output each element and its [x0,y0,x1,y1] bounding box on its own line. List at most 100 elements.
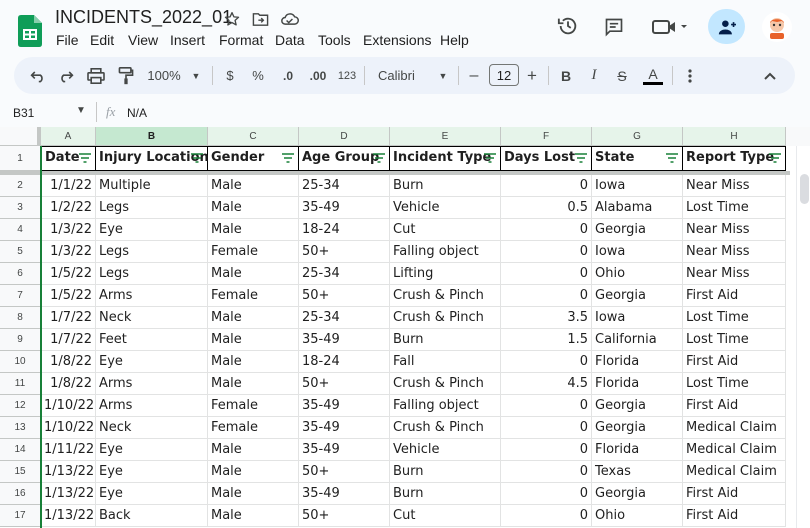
table-cell[interactable]: Alabama [592,197,683,219]
spreadsheet-grid[interactable]: A B C D E F G H 1 Date Injury Location Gender Age Gr… [0,127,810,528]
header-cell[interactable]: Incident Type [390,146,501,171]
table-cell[interactable]: 4.5 [501,373,592,395]
table-cell[interactable]: 0.5 [501,197,592,219]
table-cell[interactable]: Multiple [96,175,208,197]
table-cell[interactable]: Iowa [592,175,683,197]
avatar[interactable] [762,12,792,42]
menu-view[interactable]: View [128,32,158,48]
table-cell[interactable]: 0 [501,483,592,505]
menu-tools[interactable]: Tools [318,32,351,48]
document-title[interactable]: INCIDENTS_2022_01 [55,7,232,28]
table-cell[interactable]: Male [208,439,299,461]
table-cell[interactable]: Georgia [592,417,683,439]
table-cell[interactable]: California [592,329,683,351]
filter-icon[interactable] [769,153,781,163]
row-header-8[interactable]: 8 [0,307,41,329]
table-cell[interactable]: Male [208,219,299,241]
row-header-7[interactable]: 7 [0,285,41,307]
undo-icon[interactable] [28,57,48,94]
formula-input[interactable]: N/A [127,106,147,120]
table-cell[interactable]: Legs [96,241,208,263]
sheets-logo[interactable] [18,15,42,47]
row-header-13[interactable]: 13 [0,417,41,439]
table-cell[interactable]: 1/10/22 [41,417,96,439]
strikethrough-button[interactable]: S [614,57,630,94]
table-cell[interactable]: First Aid [683,395,786,417]
table-cell[interactable]: Male [208,175,299,197]
name-box-dropdown-icon[interactable]: ▼ [76,105,86,116]
table-cell[interactable]: 18-24 [299,351,390,373]
table-cell[interactable]: Lost Time [683,307,786,329]
share-button[interactable] [708,9,745,44]
table-cell[interactable]: 0 [501,241,592,263]
table-cell[interactable]: Medical Claim [683,439,786,461]
print-icon[interactable] [85,57,107,94]
table-cell[interactable]: 1/7/22 [41,329,96,351]
table-cell[interactable]: Georgia [592,395,683,417]
table-cell[interactable]: Legs [96,197,208,219]
table-cell[interactable]: 1/8/22 [41,373,96,395]
redo-icon[interactable] [56,57,76,94]
table-cell[interactable]: Georgia [592,219,683,241]
table-cell[interactable]: Crush & Pinch [390,285,501,307]
table-cell[interactable]: Arms [96,395,208,417]
row-header-2[interactable]: 2 [0,175,41,197]
table-cell[interactable]: 1/3/22 [41,241,96,263]
table-cell[interactable]: First Aid [683,483,786,505]
table-cell[interactable]: Female [208,285,299,307]
header-cell[interactable]: Date [41,146,96,171]
table-cell[interactable]: Falling object [390,395,501,417]
table-cell[interactable]: Male [208,483,299,505]
cloud-status-icon[interactable] [279,9,299,29]
table-cell[interactable]: 0 [501,351,592,373]
table-cell[interactable]: 3.5 [501,307,592,329]
italic-button[interactable]: I [586,57,602,94]
table-cell[interactable]: 1/7/22 [41,307,96,329]
table-cell[interactable]: Vehicle [390,439,501,461]
table-cell[interactable]: Fall [390,351,501,373]
column-header-c[interactable]: C [208,127,299,146]
table-cell[interactable]: Male [208,263,299,285]
filter-icon[interactable] [282,153,294,163]
table-cell[interactable]: 0 [501,505,592,527]
filter-icon[interactable] [575,153,587,163]
text-color-button[interactable]: A [642,57,664,94]
table-cell[interactable]: Arms [96,373,208,395]
table-cell[interactable]: Georgia [592,285,683,307]
select-all-corner[interactable] [0,127,41,146]
menu-insert[interactable]: Insert [170,32,205,48]
table-cell[interactable]: Near Miss [683,175,786,197]
table-cell[interactable]: 50+ [299,505,390,527]
table-cell[interactable]: Eye [96,351,208,373]
table-cell[interactable]: Texas [592,461,683,483]
table-cell[interactable]: 35-49 [299,483,390,505]
filter-icon[interactable] [484,153,496,163]
table-cell[interactable]: Crush & Pinch [390,417,501,439]
table-cell[interactable]: Arms [96,285,208,307]
table-cell[interactable]: Eye [96,439,208,461]
table-cell[interactable]: Near Miss [683,241,786,263]
increase-decimal-button[interactable]: .00 [306,57,330,94]
row-header-4[interactable]: 4 [0,219,41,241]
header-cell[interactable]: Injury Location [96,146,209,171]
table-cell[interactable]: Cut [390,505,501,527]
move-to-folder-icon[interactable] [250,9,270,29]
table-cell[interactable]: 25-34 [299,307,390,329]
table-cell[interactable]: Lost Time [683,373,786,395]
table-cell[interactable]: Ohio [592,505,683,527]
table-cell[interactable]: Legs [96,263,208,285]
table-cell[interactable]: 35-49 [299,197,390,219]
table-cell[interactable]: Falling object [390,241,501,263]
row-header-3[interactable]: 3 [0,197,41,219]
table-cell[interactable]: 35-49 [299,395,390,417]
row-header-15[interactable]: 15 [0,461,41,483]
zoom-select[interactable]: 100% [144,57,184,94]
table-cell[interactable]: Ohio [592,263,683,285]
filter-icon[interactable] [191,153,203,163]
font-family-select[interactable]: Calibri [378,57,422,94]
column-header-d[interactable]: D [299,127,390,146]
table-cell[interactable]: 35-49 [299,329,390,351]
table-cell[interactable]: Female [208,417,299,439]
table-cell[interactable]: Neck [96,307,208,329]
table-cell[interactable]: Iowa [592,307,683,329]
